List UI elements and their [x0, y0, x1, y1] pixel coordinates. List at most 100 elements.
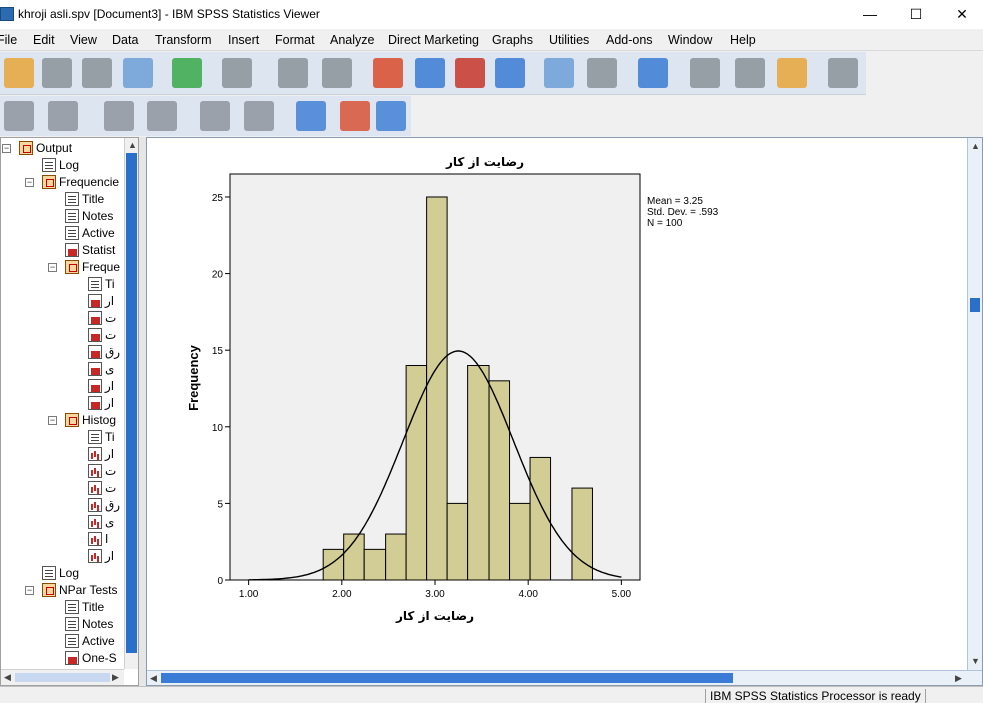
content-vscroll-thumb[interactable] — [970, 298, 980, 312]
tree-item[interactable]: ی — [88, 514, 114, 531]
close-button[interactable]: ✕ — [939, 0, 983, 29]
goto-case-icon[interactable] — [415, 58, 445, 88]
tree-item[interactable]: Output — [19, 140, 72, 157]
scroll-up-icon[interactable]: ▲ — [971, 141, 980, 151]
value-labels-icon[interactable] — [828, 58, 858, 88]
tree-item[interactable]: Ti — [88, 429, 115, 446]
tree-item[interactable]: Active — [65, 225, 115, 242]
tree-item[interactable]: ار — [88, 446, 114, 463]
menu-transform[interactable]: Transform — [155, 33, 212, 47]
scroll-left-icon[interactable]: ◀ — [150, 673, 157, 684]
menu-data[interactable]: Data — [112, 33, 138, 47]
tree-item[interactable]: Notes — [65, 616, 113, 633]
use-variable-sets-icon[interactable] — [544, 58, 574, 88]
menu-view[interactable]: View — [70, 33, 97, 47]
content-horizontal-scrollbar[interactable]: ◀ ▶ — [147, 670, 982, 685]
tree-item[interactable]: رق — [88, 497, 120, 514]
menu-graphs[interactable]: Graphs — [492, 33, 533, 47]
scroll-right-icon[interactable]: ▶ — [112, 672, 119, 683]
menu-analyze[interactable]: Analyze — [330, 33, 374, 47]
forward-icon[interactable] — [48, 101, 78, 131]
tree-item[interactable]: NPar Tests — [42, 582, 117, 599]
collapse-icon[interactable] — [147, 101, 177, 131]
goto-data-icon[interactable] — [373, 58, 403, 88]
tree-hscroll-thumb[interactable] — [15, 673, 110, 682]
scroll-left-icon[interactable]: ◀ — [4, 672, 11, 683]
insert-heading-icon[interactable] — [296, 101, 326, 131]
undo-icon[interactable] — [278, 58, 308, 88]
table-icon — [88, 294, 102, 308]
insert-title-icon[interactable] — [340, 101, 370, 131]
tree-item[interactable]: Log — [42, 157, 79, 174]
menu-direct-marketing[interactable]: Direct Marketing — [388, 33, 479, 47]
content-vertical-scrollbar[interactable]: ▲ ▼ — [967, 138, 982, 670]
scroll-right-icon[interactable]: ▶ — [955, 673, 962, 684]
menu-add-ons[interactable]: Add-ons — [606, 33, 653, 47]
recall-dialog-icon[interactable] — [222, 58, 252, 88]
tree-item[interactable]: Histog — [65, 412, 116, 429]
tree-item[interactable]: ار — [88, 395, 114, 412]
collapse-icon[interactable]: − — [48, 263, 57, 272]
tree-item[interactable]: ت — [88, 480, 116, 497]
export-icon[interactable] — [172, 58, 202, 88]
tree-item[interactable]: Freque — [65, 259, 120, 276]
open-icon[interactable] — [4, 58, 34, 88]
menu-utilities[interactable]: Utilities — [549, 33, 589, 47]
menu-help[interactable]: Help — [730, 33, 756, 47]
menu-format[interactable]: Format — [275, 33, 315, 47]
tree-item[interactable]: ت — [88, 310, 116, 327]
split-file-icon[interactable] — [690, 58, 720, 88]
pane-splitter[interactable] — [139, 137, 146, 686]
content-hscroll-thumb[interactable] — [161, 673, 733, 683]
scroll-up-icon[interactable]: ▲ — [128, 140, 137, 150]
tree-item[interactable]: Active — [65, 633, 115, 650]
goto-variable-icon[interactable] — [455, 58, 485, 88]
collapse-icon[interactable]: − — [25, 586, 34, 595]
tree-item[interactable]: Ti — [88, 276, 115, 293]
histogram-chart[interactable]: رضایت از کار 0 5 10 15 20 25 1.00 2.00 3.00 4.00 5… — [150, 143, 750, 633]
menu-insert[interactable]: Insert — [228, 33, 259, 47]
maximize-button[interactable]: ☐ — [893, 0, 939, 29]
tree-item[interactable]: ت — [88, 463, 116, 480]
menu-edit[interactable]: Edit — [33, 33, 55, 47]
tree-item[interactable]: Statist — [65, 242, 115, 259]
tree-item[interactable]: ار — [88, 548, 114, 565]
show-all-variables-icon[interactable] — [587, 58, 617, 88]
show-icon[interactable] — [200, 101, 230, 131]
weight-cases-icon[interactable] — [735, 58, 765, 88]
tree-item[interactable]: ا — [88, 531, 108, 548]
minimize-button[interactable]: — — [847, 0, 893, 29]
histogram-bar — [509, 502, 531, 581]
save-icon[interactable] — [42, 58, 72, 88]
tree-item[interactable]: Notes — [65, 208, 113, 225]
expand-icon[interactable] — [104, 101, 134, 131]
insert-text-icon[interactable] — [376, 101, 406, 131]
collapse-icon[interactable]: − — [2, 144, 11, 153]
tree-item[interactable]: Title — [65, 599, 104, 616]
spelling-icon[interactable] — [638, 58, 668, 88]
tree-item[interactable]: رق — [88, 344, 120, 361]
tree-vertical-scrollbar[interactable]: ▲ — [124, 138, 138, 669]
tree-item[interactable]: ار — [88, 293, 114, 310]
variables-icon[interactable] — [495, 58, 525, 88]
menu-window[interactable]: Window — [668, 33, 712, 47]
print-icon[interactable] — [82, 58, 112, 88]
collapse-icon[interactable]: − — [48, 416, 57, 425]
collapse-icon[interactable]: − — [25, 178, 34, 187]
tree-item[interactable]: ی — [88, 361, 114, 378]
tree-item[interactable]: ار — [88, 378, 114, 395]
back-icon[interactable] — [4, 101, 34, 131]
scroll-down-icon[interactable]: ▼ — [971, 656, 980, 666]
tree-item[interactable]: Frequencie — [42, 174, 119, 191]
hide-icon[interactable] — [244, 101, 274, 131]
tree-item[interactable]: ت — [88, 327, 116, 344]
tree-scroll-thumb[interactable] — [126, 153, 137, 653]
tree-item[interactable]: Log — [42, 565, 79, 582]
print-preview-icon[interactable] — [123, 58, 153, 88]
select-cases-icon[interactable] — [777, 58, 807, 88]
tree-horizontal-scrollbar[interactable]: ◀ ▶ — [1, 669, 124, 685]
menu-file[interactable]: File — [0, 33, 17, 47]
tree-item[interactable]: Title — [65, 191, 104, 208]
tree-item[interactable]: One-S — [65, 650, 117, 667]
redo-icon[interactable] — [322, 58, 352, 88]
